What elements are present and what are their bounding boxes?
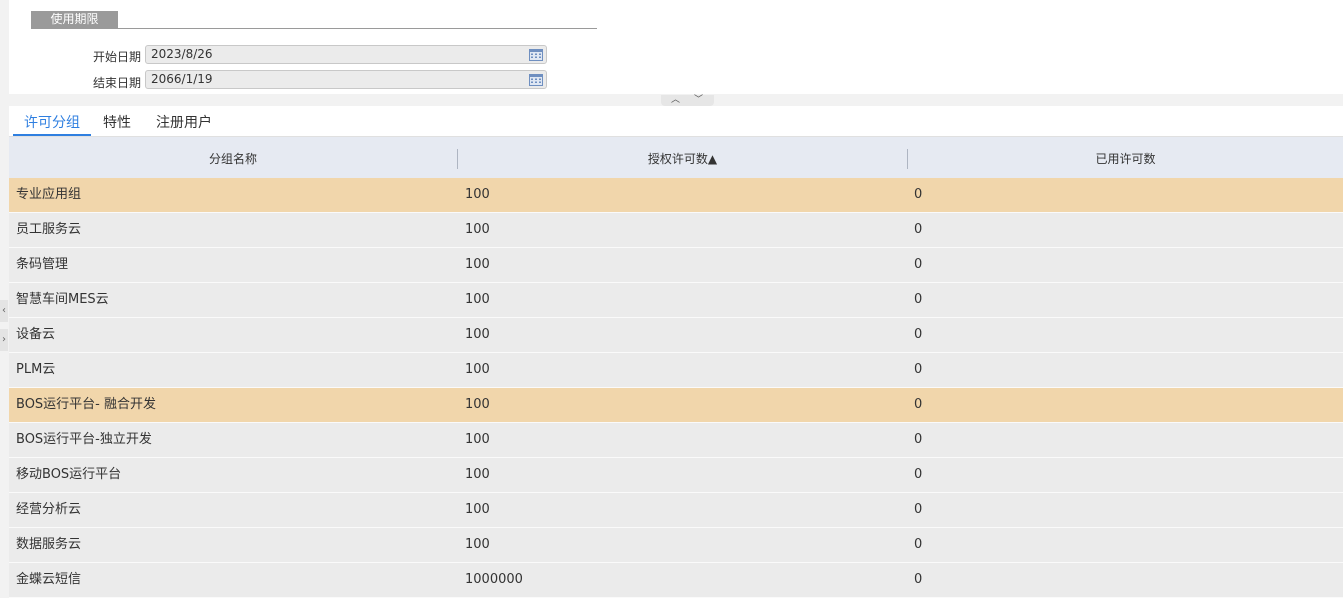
cell-group-name: BOS运行平台- 融合开发 bbox=[16, 397, 156, 412]
cell-group-name: 移动BOS运行平台 bbox=[16, 467, 122, 482]
cell-licensed-count: 100 bbox=[465, 292, 490, 307]
cell-used-count: 0 bbox=[914, 327, 923, 342]
start-date-label: 开始日期 bbox=[92, 50, 141, 64]
table-row[interactable]: PLM云 100 0 bbox=[9, 353, 1343, 388]
cell-used-count: 0 bbox=[914, 292, 923, 307]
cell-group-name: 数据服务云 bbox=[16, 537, 82, 552]
cell-used-count: 0 bbox=[914, 502, 923, 517]
tab-license-groups[interactable]: 许可分组 bbox=[13, 106, 91, 136]
cell-licensed-count: 100 bbox=[465, 537, 490, 552]
left-gutter bbox=[0, 0, 9, 594]
cell-licensed-count: 1000000 bbox=[465, 572, 523, 587]
chevron-down-icon[interactable]: ﹀ bbox=[694, 95, 703, 105]
cell-group-name: 设备云 bbox=[16, 327, 56, 342]
cell-group-name: 智慧车间MES云 bbox=[16, 292, 109, 307]
tab-registered-users[interactable]: 注册用户 bbox=[156, 106, 212, 136]
cell-used-count: 0 bbox=[914, 187, 923, 202]
cell-group-name: 条码管理 bbox=[16, 257, 69, 272]
panel-splitter: ︿ ﹀ bbox=[661, 95, 714, 106]
table-row[interactable]: 移动BOS运行平台 100 0 bbox=[9, 458, 1343, 493]
table-row[interactable]: 数据服务云 100 0 bbox=[9, 528, 1343, 563]
cell-used-count: 0 bbox=[914, 432, 923, 447]
column-header-group-name[interactable]: 分组名称 bbox=[9, 137, 457, 178]
chevron-up-icon[interactable]: ︿ bbox=[671, 95, 680, 105]
period-panel: 使用期限 开始日期 2023/8/26 结束日期 2066/1/19 bbox=[9, 0, 1343, 94]
end-date-label: 结束日期 bbox=[92, 76, 141, 90]
chevron-left-icon[interactable]: ‹ bbox=[0, 300, 8, 322]
cell-used-count: 0 bbox=[914, 467, 923, 482]
table-row[interactable]: 条码管理 100 0 bbox=[9, 248, 1343, 283]
end-date-field[interactable]: 2066/1/19 bbox=[145, 70, 547, 89]
cell-used-count: 0 bbox=[914, 362, 923, 377]
column-header-used-count[interactable]: 已用许可数 bbox=[908, 137, 1343, 178]
cell-group-name: 专业应用组 bbox=[16, 187, 82, 202]
start-date-value: 2023/8/26 bbox=[151, 47, 213, 61]
cell-licensed-count: 100 bbox=[465, 362, 490, 377]
cell-group-name: PLM云 bbox=[16, 362, 56, 377]
calendar-icon[interactable] bbox=[529, 73, 543, 86]
table-row[interactable]: 经营分析云 100 0 bbox=[9, 493, 1343, 528]
cell-group-name: 经营分析云 bbox=[16, 502, 82, 517]
cell-licensed-count: 100 bbox=[465, 502, 490, 517]
cell-licensed-count: 100 bbox=[465, 432, 490, 447]
table-row[interactable]: 设备云 100 0 bbox=[9, 318, 1343, 353]
end-date-value: 2066/1/19 bbox=[151, 72, 213, 86]
table-row[interactable]: 专业应用组 100 0 bbox=[9, 178, 1343, 213]
table-row[interactable]: BOS运行平台- 融合开发 100 0 bbox=[9, 388, 1343, 423]
start-date-field[interactable]: 2023/8/26 bbox=[145, 45, 547, 64]
table-row[interactable]: 金蝶云短信 1000000 0 bbox=[9, 563, 1343, 598]
cell-used-count: 0 bbox=[914, 397, 923, 412]
cell-group-name: 员工服务云 bbox=[16, 222, 82, 237]
cell-licensed-count: 100 bbox=[465, 257, 490, 272]
table-row[interactable]: BOS运行平台-独立开发 100 0 bbox=[9, 423, 1343, 458]
cell-licensed-count: 100 bbox=[465, 397, 490, 412]
chevron-right-icon[interactable]: › bbox=[0, 329, 8, 351]
cell-licensed-count: 100 bbox=[465, 327, 490, 342]
section-title: 使用期限 bbox=[31, 11, 118, 28]
cell-group-name: 金蝶云短信 bbox=[16, 572, 82, 587]
cell-used-count: 0 bbox=[914, 537, 923, 552]
column-header-licensed-count[interactable]: 授权许可数▲ bbox=[458, 137, 907, 178]
tab-bar: 许可分组 特性 注册用户 bbox=[9, 106, 1343, 137]
cell-used-count: 0 bbox=[914, 572, 923, 587]
grid-header: 分组名称 授权许可数▲ 已用许可数 bbox=[9, 137, 1343, 178]
tab-features[interactable]: 特性 bbox=[103, 106, 131, 136]
grid-body: 专业应用组 100 0 员工服务云 100 0 条码管理 100 0 智慧车间MES云 100 0 设备… bbox=[9, 178, 1343, 598]
cell-used-count: 0 bbox=[914, 257, 923, 272]
cell-group-name: BOS运行平台-独立开发 bbox=[16, 432, 152, 447]
section-divider bbox=[31, 28, 597, 29]
calendar-icon[interactable] bbox=[529, 48, 543, 61]
cell-licensed-count: 100 bbox=[465, 467, 490, 482]
table-row[interactable]: 智慧车间MES云 100 0 bbox=[9, 283, 1343, 318]
cell-used-count: 0 bbox=[914, 222, 923, 237]
table-row[interactable]: 员工服务云 100 0 bbox=[9, 213, 1343, 248]
cell-licensed-count: 100 bbox=[465, 187, 490, 202]
cell-licensed-count: 100 bbox=[465, 222, 490, 237]
